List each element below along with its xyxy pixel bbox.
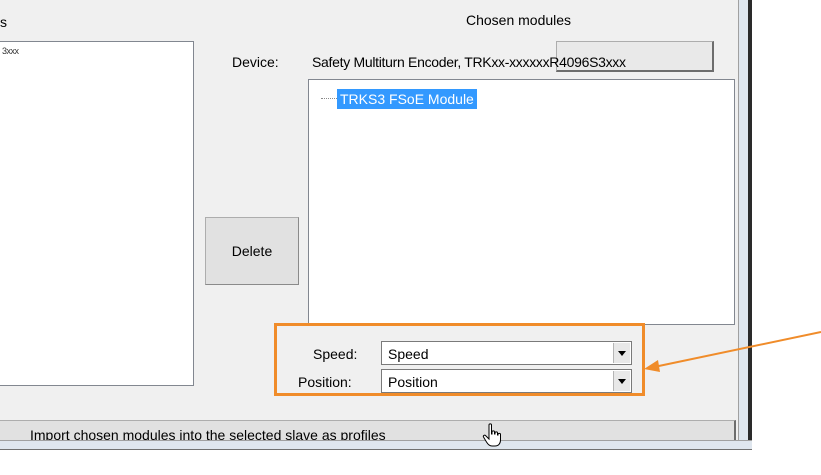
position-select-value: Position	[388, 374, 438, 390]
delete-button[interactable]: Delete	[205, 217, 299, 285]
position-select[interactable]: Position	[381, 369, 632, 393]
device-label: Device:	[232, 54, 279, 70]
device-field: Safety Multiturn Encoder, TRKxx-xxxxxxR4…	[302, 41, 714, 73]
chevron-down-icon[interactable]	[613, 343, 630, 363]
arrow-pointer-icon	[644, 331, 821, 372]
chosen-modules-title: Chosen modules	[466, 12, 572, 28]
tree-node-selected[interactable]: TRKS3 FSoE Module	[337, 89, 477, 109]
window-frame-bottom	[0, 440, 752, 450]
available-modules-list[interactable]: 3xxx	[0, 41, 194, 386]
chevron-down-icon[interactable]	[613, 371, 630, 391]
chosen-modules-tree[interactable]: TRKS3 FSoE Module	[308, 79, 735, 325]
left-panel-heading: s	[0, 14, 7, 30]
device-value: Safety Multiturn Encoder, TRKxx-xxxxxxR4…	[312, 54, 626, 70]
speed-select[interactable]: Speed	[381, 341, 632, 365]
list-item[interactable]: 3xxx	[2, 46, 42, 56]
dialog-window: s 3xxx Chosen modules Device: Safety Mul…	[0, 0, 738, 450]
hand-cursor-icon	[482, 423, 501, 447]
position-label: Position:	[298, 374, 352, 390]
speed-label: Speed:	[313, 346, 358, 362]
speed-select-value: Speed	[388, 346, 429, 362]
